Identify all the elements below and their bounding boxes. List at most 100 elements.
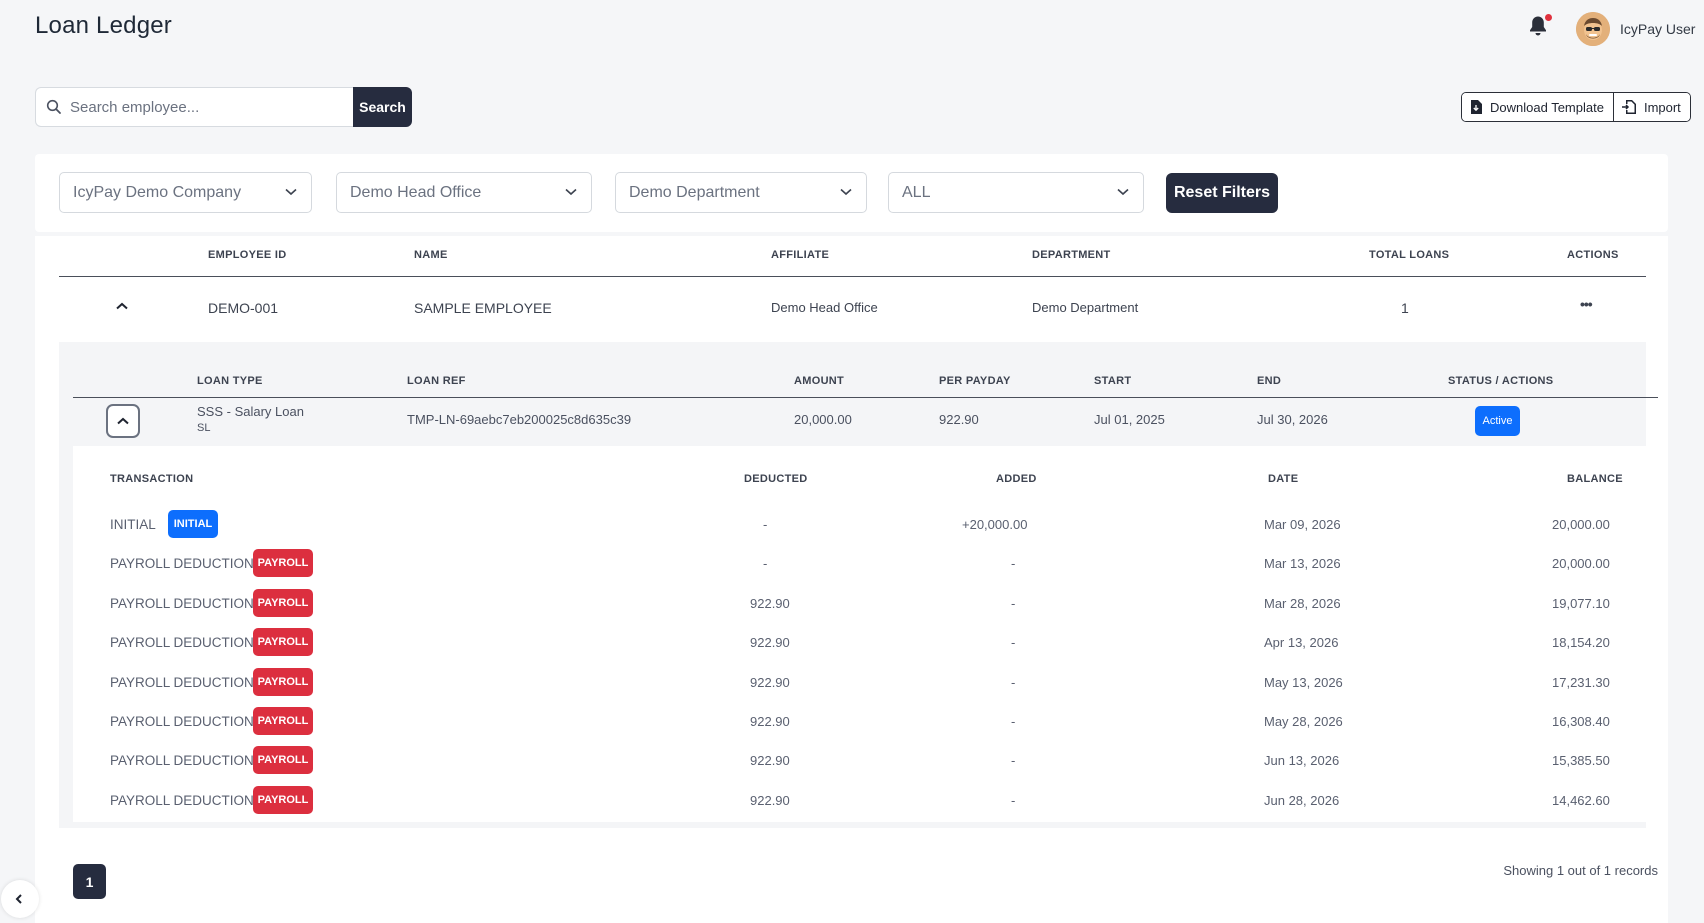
chevron-down-icon [565, 188, 577, 196]
collapse-sidebar-button[interactable] [1, 880, 39, 918]
search-input[interactable] [70, 88, 350, 126]
transaction-deducted: - [763, 556, 768, 572]
transaction-date: Mar 09, 2026 [1264, 517, 1341, 532]
employee-search: Search [35, 87, 412, 127]
employee-total-loans: 1 [1401, 300, 1409, 316]
transaction-date: May 28, 2026 [1264, 714, 1343, 729]
transaction-added: +20,000.00 [962, 517, 1028, 532]
loan-ref: TMP-LN-69aebc7eb200025c8d635c39 [407, 412, 632, 427]
search-icon [46, 99, 61, 114]
loan-code: SL [197, 422, 211, 434]
transaction-balance: 18,154.20 [1552, 635, 1610, 651]
col-per-payday: PER PAYDAY [939, 375, 1011, 387]
transaction-deducted: 922.90 [750, 792, 790, 808]
transaction-badge: PAYROLL [253, 785, 313, 814]
employee-loan-table: EMPLOYEE ID NAME AFFILIATE DEPARTMENT TO… [35, 236, 1668, 923]
transaction-badge: PAYROLL [253, 707, 313, 735]
notification-dot [1545, 14, 1552, 21]
transaction-type: INITIAL [110, 517, 156, 532]
status-badge[interactable]: Active [1475, 406, 1520, 436]
col-end: END [1257, 375, 1282, 387]
loan-type: SSS - Salary Loan [197, 404, 304, 419]
chevron-up-icon[interactable] [116, 302, 128, 310]
transactions-panel: TRANSACTION DEDUCTED ADDED DATE BALANCE … [73, 446, 1658, 822]
transaction-badge: PAYROLL [253, 746, 313, 775]
col-department: DEPARTMENT [1032, 249, 1111, 261]
transaction-balance: 14,462.60 [1552, 792, 1610, 808]
chevron-left-icon [15, 894, 22, 904]
reset-filters-button[interactable]: Reset Filters [1166, 173, 1278, 213]
more-horizontal-icon[interactable]: ••• [1580, 296, 1593, 312]
col-loan-ref: LOAN REF [407, 375, 466, 387]
template-actions: Download Template Import [1461, 92, 1691, 122]
loan-header-divider [73, 397, 1658, 398]
col-loan-type: LOAN TYPE [197, 375, 263, 387]
transaction-date: Jun 28, 2026 [1264, 792, 1340, 808]
loan-details-panel: LOAN TYPE LOAN REF AMOUNT PER PAYDAY STA… [59, 342, 1658, 828]
transaction-type: PAYROLL DEDUCTION [110, 595, 254, 611]
transaction-date: Mar 13, 2026 [1264, 556, 1341, 572]
download-template-button[interactable]: Download Template [1462, 93, 1613, 121]
transaction-deducted: 922.90 [750, 595, 790, 611]
col-total-loans: TOTAL LOANS [1369, 249, 1450, 261]
transaction-type: PAYROLL DEDUCTION [110, 635, 254, 651]
affiliate-select[interactable]: Demo Head Office [336, 172, 592, 213]
transaction-balance: 16,308.40 [1552, 714, 1610, 729]
import-button[interactable]: Import [1612, 93, 1690, 121]
transaction-type: PAYROLL DEDUCTION [110, 674, 254, 690]
header-divider [59, 276, 1646, 277]
chevron-down-icon [1117, 188, 1129, 196]
avatar[interactable] [1576, 12, 1610, 46]
transaction-deducted: - [763, 517, 768, 532]
col-amount: AMOUNT [794, 375, 845, 387]
col-status-actions: STATUS / ACTIONS [1448, 375, 1554, 387]
toggle-transactions-button[interactable] [106, 404, 140, 438]
status-select[interactable]: ALL [888, 172, 1144, 213]
loan-per-payday: 922.90 [939, 412, 979, 427]
file-import-icon [1621, 100, 1636, 114]
company-select[interactable]: IcyPay Demo Company [59, 172, 312, 213]
import-label: Import [1643, 99, 1681, 115]
transaction-added: - [1011, 714, 1016, 729]
notifications-button[interactable] [1528, 14, 1552, 41]
employee-affiliate: Demo Head Office [771, 300, 878, 315]
employee-department: Demo Department [1032, 300, 1139, 315]
col-balance: BALANCE [1567, 473, 1623, 485]
transaction-type: PAYROLL DEDUCTION [110, 792, 254, 808]
page-1-button[interactable]: 1 [73, 864, 106, 899]
col-affiliate: AFFILIATE [771, 249, 830, 261]
chevron-down-icon [840, 188, 852, 196]
department-select[interactable]: Demo Department [615, 172, 867, 213]
user-name[interactable]: IcyPay User [1620, 21, 1695, 37]
transaction-badge: PAYROLL [253, 549, 313, 578]
search-box [35, 87, 355, 127]
transaction-deducted: 922.90 [750, 674, 790, 690]
records-count: Showing 1 out of 1 records [1503, 863, 1658, 878]
transaction-badge: PAYROLL [253, 667, 313, 696]
transaction-balance: 15,385.50 [1552, 753, 1610, 769]
transaction-added: - [1011, 753, 1016, 769]
transaction-added: - [1011, 595, 1016, 611]
transaction-date: Mar 28, 2026 [1264, 595, 1341, 611]
employee-id: DEMO-001 [208, 300, 279, 316]
col-start: START [1094, 375, 1132, 387]
col-deducted: DEDUCTED [744, 473, 808, 485]
status-select-value: ALL [902, 184, 931, 201]
transaction-balance: 19,077.10 [1552, 595, 1610, 611]
department-select-value: Demo Department [629, 184, 760, 201]
loan-amount: 20,000.00 [794, 412, 852, 427]
transaction-deducted: 922.90 [750, 753, 790, 769]
col-actions: ACTIONS [1567, 249, 1619, 261]
transaction-deducted: 922.90 [750, 635, 790, 651]
col-employee-id: EMPLOYEE ID [208, 249, 287, 261]
transaction-badge: PAYROLL [253, 628, 313, 657]
transaction-added: - [1011, 674, 1016, 690]
page-title: Loan Ledger [35, 12, 172, 39]
top-bar: Loan Ledger IcyPay User [0, 0, 1704, 60]
search-button[interactable]: Search [353, 87, 412, 127]
transaction-added: - [1011, 635, 1016, 651]
transaction-type: PAYROLL DEDUCTION [110, 714, 254, 729]
loan-end: Jul 30, 2026 [1257, 412, 1328, 427]
transaction-added: - [1011, 792, 1016, 808]
col-added: ADDED [996, 473, 1037, 485]
